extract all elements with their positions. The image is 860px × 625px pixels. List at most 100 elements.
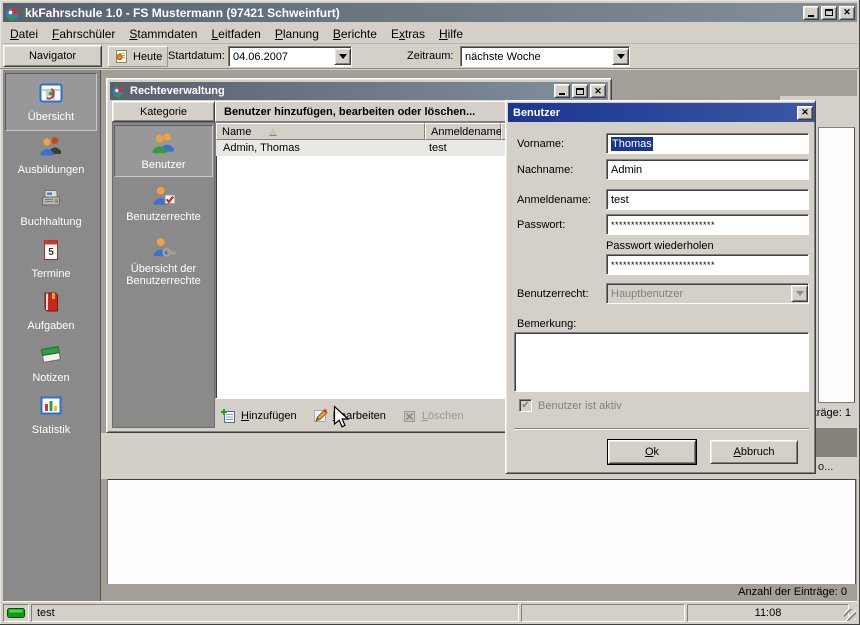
benutzerrecht-combobox[interactable]: Hauptbenutzer [606,283,809,304]
zeitraum-dropdown-icon[interactable] [612,48,629,65]
ok-button[interactable]: Ok [608,440,696,464]
app-titlebar[interactable]: kkFahrschule 1.0 - FS Mustermann (97421 … [3,3,857,22]
benutzer-aktiv-checkbox[interactable]: ✔ Benutzer ist aktiv [519,399,622,412]
navigator-header-button[interactable]: Navigator [3,45,102,67]
menu-fahrschueler[interactable]: Fahrschüler [45,25,122,43]
startdatum-combobox[interactable]: 04.06.2007 [228,46,352,67]
ausbildungen-icon [39,134,63,158]
checkbox-checked-icon: ✔ [519,399,532,412]
background-list-fragment [818,127,855,403]
menu-datei[interactable]: Datei [3,25,45,43]
application-window: kkFahrschule 1.0 - FS Mustermann (97421 … [0,0,860,625]
kategorie-item-label: Benutzerrechte [126,211,201,223]
status-time-label: 11:08 [755,607,782,619]
kategorie-item-label: Übersicht der Benutzerrechte [116,263,211,287]
kategorie-item-uebersicht-der-benutzerrechte[interactable]: Übersicht der Benutzerrechte [114,235,213,299]
menu-hilfe[interactable]: Hilfe [432,25,470,43]
passwort-wiederholen-label: Passwort wiederholen [606,240,714,252]
startdatum-label: Startdatum: [168,50,225,62]
sidebar-item-aufgaben[interactable]: Aufgaben [5,290,97,342]
passwort-wiederholen-field[interactable]: ************************** [606,254,809,275]
zeitraum-combobox[interactable]: nächste Woche [460,46,630,67]
sidebar-item-buchhaltung[interactable]: Buchhaltung [5,186,97,238]
menu-stammdaten[interactable]: Stammdaten [122,25,204,43]
sidebar-item-label: Ausbildungen [18,164,85,176]
close-icon[interactable]: ✕ [839,6,855,20]
kategorie-item-benutzerrechte[interactable]: Benutzerrechte [114,183,213,231]
sidebar-item-ausbildungen[interactable]: Ausbildungen [5,134,97,186]
vorname-field[interactable]: Thomas [606,133,809,154]
bemerkung-textarea[interactable] [514,332,809,392]
benutzerrecht-label: Benutzerrecht: [517,288,589,300]
hinzufuegen-button[interactable]: Hinzufügen [220,408,297,424]
dialog-separator [514,428,809,430]
bearbeiten-icon [312,408,328,424]
heute-icon [114,49,129,64]
maximize-icon[interactable] [821,6,837,20]
sidebar-item-termine[interactable]: 5 Termine [5,238,97,290]
sidebar-item-label: Buchhaltung [20,216,81,228]
kategorie-item-benutzer[interactable]: Benutzer [114,125,213,177]
termine-icon: 5 [39,238,63,262]
checkbox-label: Benutzer ist aktiv [538,400,622,412]
minimize-icon[interactable] [803,6,819,20]
sort-ascending-icon [269,128,277,135]
menu-extras[interactable]: Extras [384,25,432,43]
close-icon[interactable]: ✕ [590,84,606,98]
buchhaltung-icon [39,186,63,210]
rechteverwaltung-icon [112,84,126,98]
resize-grip[interactable] [844,609,856,621]
background-entry-count-bottom: Anzahl der Einträge: 0 [600,586,847,600]
passwort-field[interactable]: ************************** [606,214,809,235]
kategorie-panel: Benutzer Benutzerrechte [112,122,215,428]
rechteverwaltung-titlebar[interactable]: Rechteverwaltung ✕ [110,82,608,100]
anmeldename-label: Anmeldename: [517,194,591,206]
startdatum-dropdown-icon[interactable] [334,48,351,65]
bemerkung-label: Bemerkung: [517,318,576,330]
row-anmeldename-cell: test [425,142,501,154]
sidebar-item-notizen[interactable]: Notizen [5,342,97,394]
zeitraum-value: nächste Woche [461,51,612,63]
zeitraum-label: Zeitraum: [407,50,453,62]
menu-leitfaden[interactable]: Leitfaden [204,25,267,43]
benutzer-icon [151,130,177,156]
loeschen-button[interactable]: Löschen [401,408,464,424]
statistik-icon [39,394,63,418]
sidebar-item-statistik[interactable]: Statistik [5,394,97,446]
maximize-icon[interactable] [572,84,588,98]
sidebar-item-uebersicht[interactable]: Übersicht [5,73,97,131]
menubar: Datei Fahrschüler Stammdaten Leitfaden P… [3,24,857,44]
sidebar-item-label: Statistik [32,424,71,436]
benutzerrecht-value: Hauptbenutzer [607,288,791,300]
kategorie-header-label: Kategorie [140,106,187,118]
close-icon[interactable]: ✕ [797,106,813,120]
app-title: kkFahrschule 1.0 - FS Mustermann (97421 … [25,6,340,20]
abbruch-button[interactable]: Abbruch [710,440,798,464]
notizen-icon [39,342,63,366]
column-header-name[interactable]: Name [216,123,425,140]
anmeldename-field[interactable]: test [606,189,809,210]
benutzer-dialog: Benutzer ✕ Vorname: Thomas Nachname: Adm… [505,100,816,474]
navigator-sidebar: Übersicht Ausbildungen [3,70,101,601]
kategorie-header-button[interactable]: Kategorie [112,101,215,122]
hinzufuegen-icon [220,408,236,424]
aufgaben-icon [39,290,63,314]
app-icon [5,5,21,21]
menu-planung[interactable]: Planung [268,25,326,43]
menu-berichte[interactable]: Berichte [326,25,384,43]
column-header-anmeldename[interactable]: Anmeldename [425,123,501,140]
panel-header-label: Benutzer hinzufügen, bearbeiten oder lös… [224,106,475,118]
minimize-icon[interactable] [554,84,570,98]
status-empty-panel [521,604,685,622]
status-time-panel: 11:08 [687,604,849,622]
passwort-label: Passwort: [517,219,565,231]
rechteverwaltung-title: Rechteverwaltung [130,85,225,97]
loeschen-icon [401,408,417,424]
benutzer-dialog-titlebar[interactable]: Benutzer ✕ [508,103,815,122]
vorname-label: Vorname: [517,138,564,150]
status-user-label: test [37,607,55,619]
sidebar-item-label: Notizen [32,372,69,384]
heute-button[interactable]: Heute [108,46,168,67]
background-truncated-text: o... [818,461,833,475]
nachname-field[interactable]: Admin [606,159,809,180]
